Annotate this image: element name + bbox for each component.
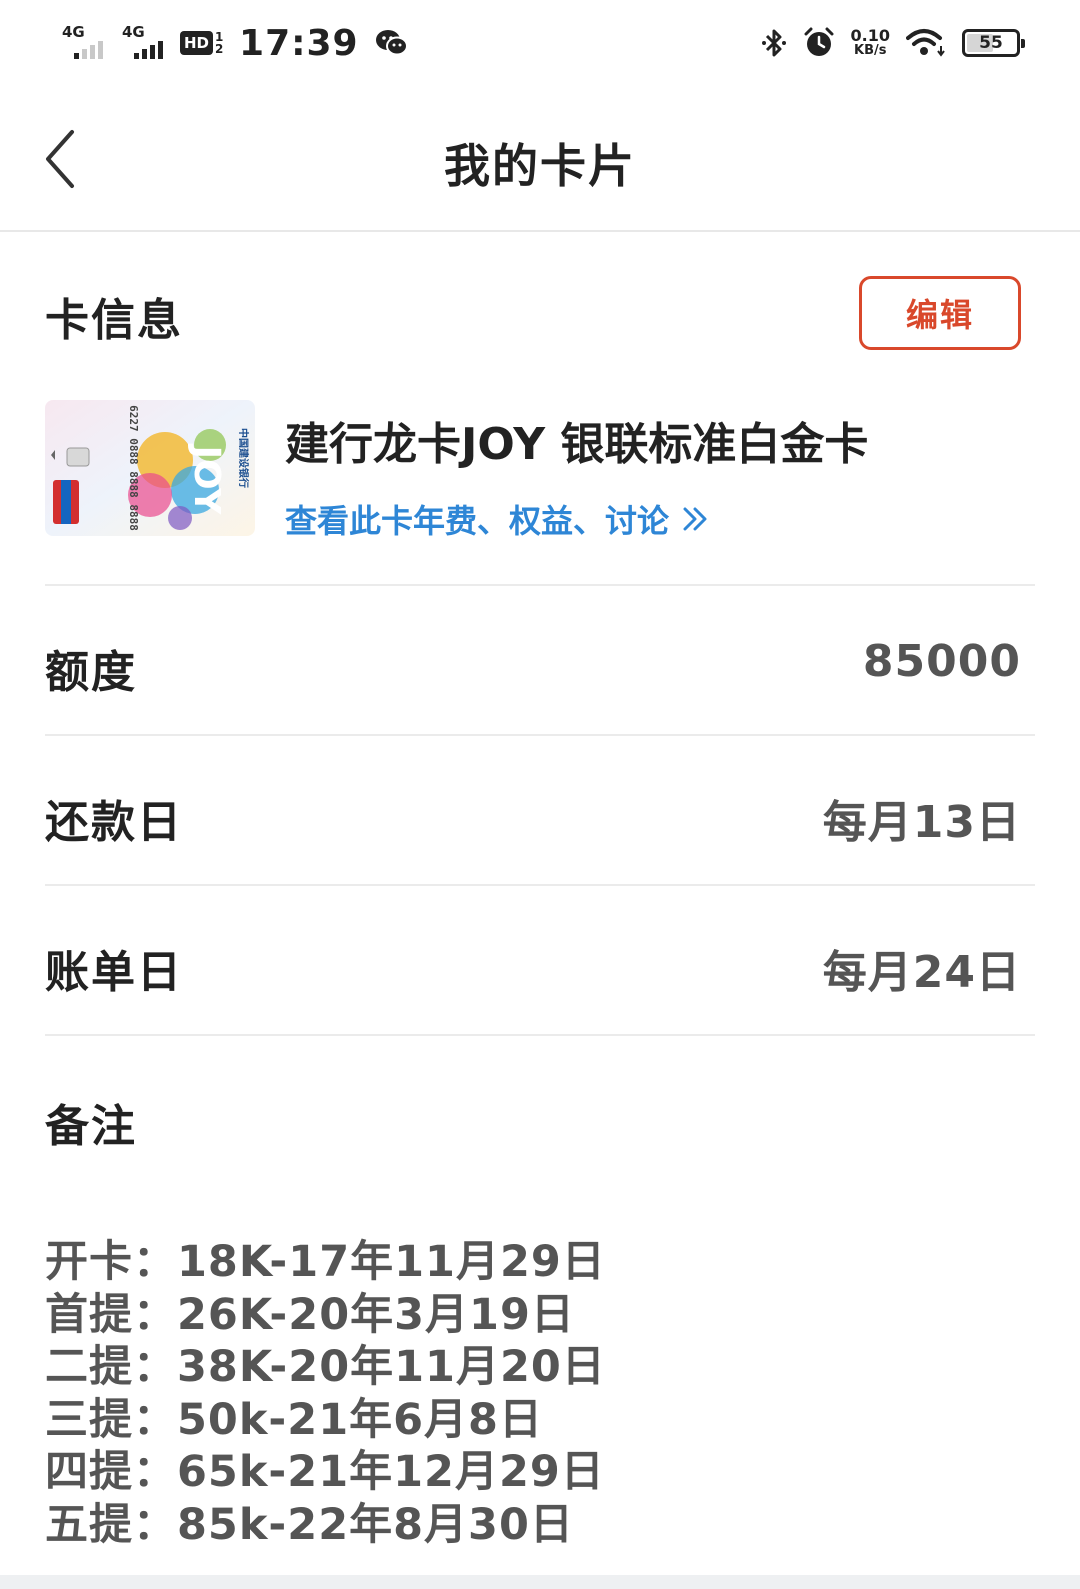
alarm-icon xyxy=(804,27,834,56)
notes-label: 备注 xyxy=(45,1101,137,1152)
note-line: 三提：50k-21年6月8日 xyxy=(45,1394,543,1445)
card-name: 建行龙卡JOY 银联标准白金卡 xyxy=(285,419,869,470)
note-line: 二提：38K-20年11月20日 xyxy=(45,1342,606,1392)
note-line: 首提：26K-20年3月19日 xyxy=(45,1289,575,1340)
credit-limit-label: 额度 xyxy=(45,647,137,698)
statement-day-label: 账单日 xyxy=(45,947,183,998)
sim2-network-type: 4G xyxy=(122,23,145,41)
network-speed: 0.10 KB/s xyxy=(850,26,890,59)
card-bank-text: 中国建设银行 xyxy=(237,428,250,488)
card-info-section: 卡信息 编辑 JOY 6227 0888 8888 8888 中国建设银行 建行… xyxy=(45,232,1035,586)
bottom-strip xyxy=(0,1575,1080,1589)
sim1-signal-icon: 4G xyxy=(60,23,110,63)
main-content: 卡信息 编辑 JOY 6227 0888 8888 8888 中国建设银行 建行… xyxy=(45,232,1035,1551)
status-bar-right: 0.10 KB/s 55 xyxy=(761,18,1025,68)
repayment-day-label: 还款日 xyxy=(45,797,183,848)
card-image[interactable]: JOY 6227 0888 8888 8888 中国建设银行 xyxy=(45,400,255,536)
credit-limit-row: 额度 85000 xyxy=(45,586,1035,736)
card-art: JOY 6227 0888 8888 8888 中国建设银行 xyxy=(45,400,255,536)
wifi-icon xyxy=(906,29,945,57)
card-details-link-text: 查看此卡年费、权益、讨论 xyxy=(285,502,670,540)
edit-button[interactable]: 编辑 xyxy=(859,276,1021,350)
note-line: 四提：65k-21年12月29日 xyxy=(45,1447,605,1497)
bluetooth-icon xyxy=(761,29,786,57)
battery-level: 55 xyxy=(979,33,1003,53)
notes-text: 开卡：18K-17年11月29日 首提：26K-20年3月19日 二提：38K-… xyxy=(45,1236,1035,1551)
hd-voice-badge: HD xyxy=(180,31,214,55)
repayment-day-value: 每月13日 xyxy=(822,797,1021,848)
status-bar-left: 4G 4G HD 1 2 17:39 xyxy=(60,18,409,68)
statement-day-value: 每月24日 xyxy=(822,947,1021,998)
wechat-icon xyxy=(375,30,408,56)
credit-limit-value: 85000 xyxy=(862,636,1021,687)
network-speed-value: 0.10 xyxy=(850,26,890,45)
clock: 17:39 xyxy=(239,22,359,64)
notes-section: 备注 开卡：18K-17年11月29日 首提：26K-20年3月19日 二提：3… xyxy=(45,1036,1035,1551)
page-title: 我的卡片 xyxy=(444,139,636,193)
double-chevron-right-icon xyxy=(683,507,707,531)
card-info-title: 卡信息 xyxy=(45,295,183,346)
card-details-link[interactable]: 查看此卡年费、权益、讨论 xyxy=(285,496,711,542)
note-line: 开卡：18K-17年11月29日 xyxy=(45,1237,606,1287)
sim1-network-type: 4G xyxy=(62,23,85,41)
navigation-bar: 我的卡片 xyxy=(0,86,1080,232)
note-line: 五提：85k-22年8月30日 xyxy=(45,1499,574,1550)
card-logo-text: JOY xyxy=(186,443,227,516)
sim2-signal-icon: 4G xyxy=(120,23,170,63)
network-speed-unit: KB/s xyxy=(854,43,887,58)
status-bar: 4G 4G HD 1 2 17:39 0.10 KB/s 55 xyxy=(0,0,1080,86)
hd-voice-sub: 1 2 xyxy=(215,30,224,56)
statement-day-row: 账单日 每月24日 xyxy=(45,886,1035,1036)
repayment-day-row: 还款日 每月13日 xyxy=(45,736,1035,886)
card-number-text: 6227 0888 8888 8888 xyxy=(127,405,140,531)
battery-indicator: 55 xyxy=(962,29,1025,57)
